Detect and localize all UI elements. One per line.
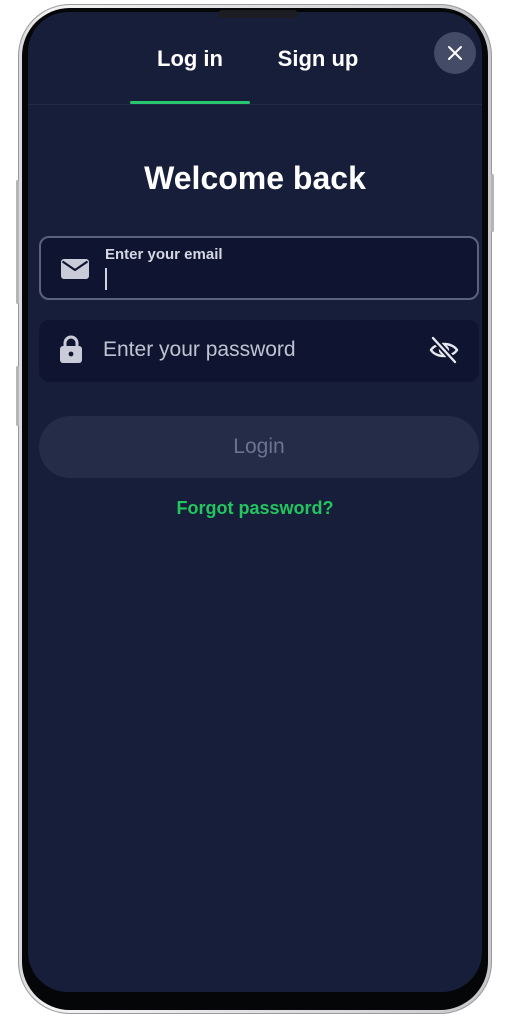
lock-icon (60, 335, 82, 363)
envelope-icon (61, 259, 89, 279)
phone-side-button-right (491, 174, 494, 232)
phone-side-button-left-top (16, 180, 19, 304)
active-tab-indicator (130, 101, 250, 104)
auth-tabs: Log in Sign up (28, 12, 482, 105)
password-placeholder: Enter your password (103, 338, 296, 361)
text-caret (105, 268, 107, 290)
password-field[interactable]: Enter your password (39, 320, 479, 382)
eye-off-icon[interactable] (429, 336, 459, 364)
email-field[interactable]: Enter your email (39, 236, 479, 300)
tab-log-in[interactable]: Log in (130, 46, 250, 104)
tab-sign-up[interactable]: Sign up (260, 46, 376, 104)
email-label: Enter your email (105, 246, 223, 263)
phone-speaker (218, 10, 298, 18)
login-button[interactable]: Login (39, 416, 479, 478)
close-button[interactable] (434, 32, 476, 74)
login-screen: Log in Sign up Welcome back Enter your e… (28, 12, 482, 992)
phone-side-button-left-bottom (16, 366, 19, 426)
forgot-password-link[interactable]: Forgot password? (28, 498, 482, 519)
page-title: Welcome back (144, 160, 366, 196)
close-icon (448, 46, 462, 60)
